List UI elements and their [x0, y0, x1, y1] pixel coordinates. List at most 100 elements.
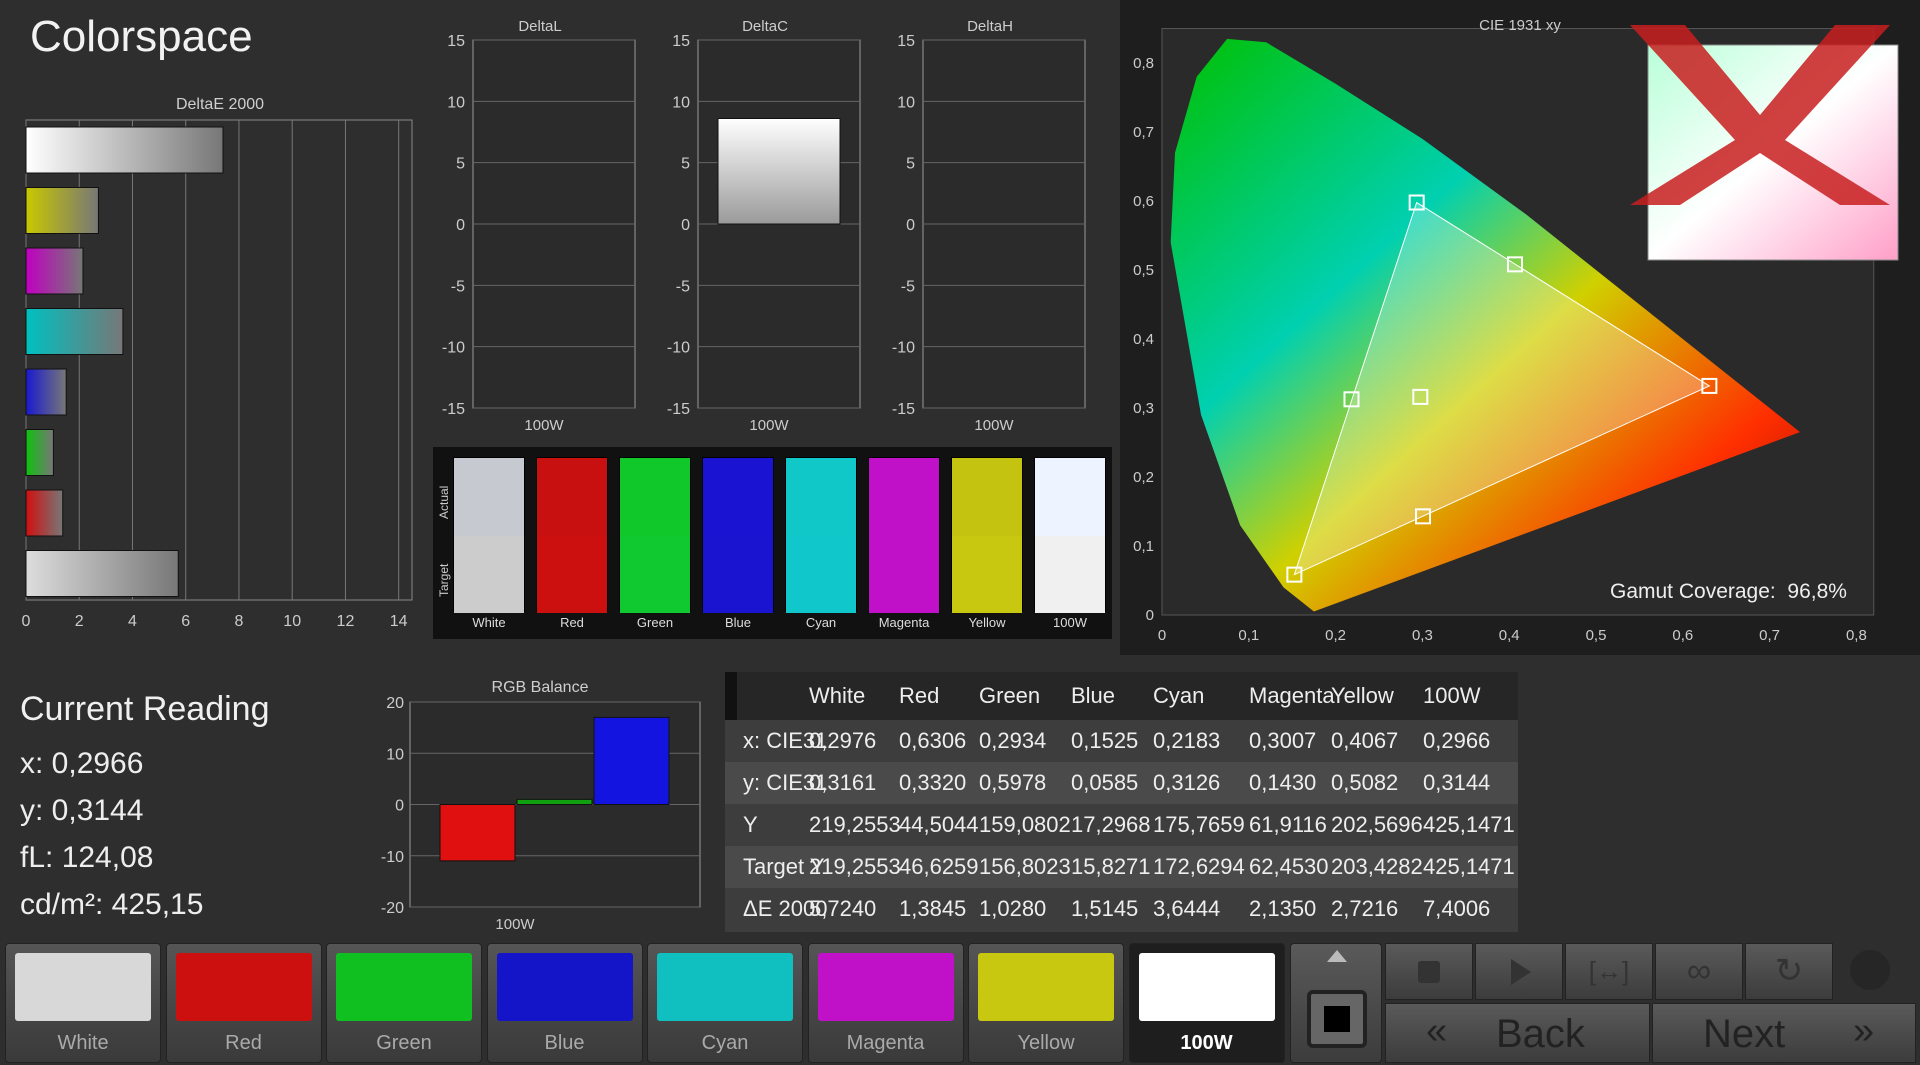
- fit-button[interactable]: [↔]: [1565, 943, 1653, 1000]
- swatch-label: Green: [636, 615, 674, 630]
- gamut-value: 96,8%: [1787, 580, 1847, 603]
- cie-x-tick: 0,5: [1586, 627, 1607, 644]
- loop-button[interactable]: ∞: [1655, 943, 1743, 1000]
- swatch-label: Blue: [724, 615, 752, 630]
- cie-x-tick: 0,3: [1412, 627, 1433, 644]
- swatch-panel: Actual Target White Red Green Blue Cyan Magen…: [433, 447, 1112, 639]
- swatch-target: [537, 536, 607, 613]
- chart-tick-label: 5: [681, 156, 690, 173]
- pattern-button-100w[interactable]: 100W: [1128, 943, 1285, 1063]
- chart-tick-label: -10: [667, 340, 690, 357]
- table-cell: Magenta: [1249, 683, 1335, 708]
- button-swatch: [496, 953, 633, 1021]
- cie-y-tick: 0,7: [1133, 124, 1154, 141]
- deltae-bar: [25, 308, 124, 355]
- rgb-tick-label: -20: [381, 900, 404, 917]
- table-cell: Y: [743, 812, 758, 837]
- chevron-right-icon: »: [1853, 1010, 1875, 1052]
- table-cell: y: CIE31: [743, 770, 828, 795]
- table-cell: 219,2553: [809, 812, 901, 837]
- table-cell: 61,9116: [1249, 812, 1327, 837]
- chart-title: DeltaL: [518, 18, 561, 35]
- chart-tick-label: -15: [667, 401, 690, 418]
- table-cell: 0,1430: [1249, 770, 1317, 795]
- chart-tick-label: 15: [672, 33, 690, 50]
- cie-x-tick: 0,8: [1846, 627, 1867, 644]
- table-cell: 0,2934: [979, 728, 1047, 753]
- chart-tick-label: 15: [447, 33, 465, 50]
- rgb-bar: [593, 716, 670, 805]
- button-label: Blue: [544, 1032, 585, 1054]
- pattern-button-green[interactable]: Green: [326, 943, 482, 1063]
- swatch-green: [619, 457, 691, 613]
- play-button[interactable]: [1475, 943, 1563, 1000]
- table-cell: 3,6444: [1153, 896, 1221, 921]
- table-cell: 175,7659: [1153, 812, 1245, 837]
- pattern-toggle[interactable]: [1290, 943, 1382, 1063]
- table-cell: 172,6294: [1153, 854, 1245, 879]
- deltae-tick-label: 10: [283, 613, 301, 630]
- table-row: ΔE 2000 5,7240 1,3845 1,0280 1,5145 3,6444 2,1…: [725, 888, 1518, 930]
- refresh-button[interactable]: ↻: [1745, 943, 1833, 1000]
- reading-y: y: 0,3144: [20, 794, 144, 827]
- window-icon[interactable]: [1307, 990, 1367, 1048]
- table-cell: 0,3161: [809, 770, 877, 795]
- table-cell: 0,2966: [1423, 728, 1491, 753]
- chart-x-label: 100W: [749, 417, 789, 434]
- table-cell: 1,5145: [1071, 896, 1139, 921]
- swatch-100w: [1034, 457, 1106, 613]
- deltae-tick-label: 8: [235, 613, 244, 630]
- back-button[interactable]: « Back: [1385, 1003, 1650, 1063]
- chart-tick-label: 5: [906, 156, 915, 173]
- swatch-actual: [454, 458, 524, 536]
- back-label: Back: [1496, 1012, 1585, 1056]
- reading-cdm: cd/m²: 425,15: [20, 888, 204, 921]
- swatch-label: 100W: [1053, 615, 1087, 630]
- chart-tick-label: 10: [897, 94, 915, 111]
- table-cell: 17,2968: [1071, 812, 1151, 837]
- next-label: Next: [1703, 1012, 1786, 1056]
- rgb-tick-label: 0: [395, 798, 404, 815]
- chart-tick-label: 10: [672, 94, 690, 111]
- next-button[interactable]: Next »: [1652, 1003, 1916, 1063]
- chart-tick-label: -5: [676, 278, 690, 295]
- table-cell: 0,1525: [1071, 728, 1139, 753]
- button-swatch: [657, 953, 793, 1021]
- table-corner: [725, 672, 737, 720]
- pattern-button-white[interactable]: White: [5, 943, 161, 1063]
- swatch-target: [620, 536, 690, 613]
- table-row: Y 219,2553 44,5044 159,0802 17,2968 175,7659 6…: [725, 804, 1518, 846]
- pattern-button-blue[interactable]: Blue: [486, 943, 643, 1063]
- table-cell: 0,5978: [979, 770, 1047, 795]
- chevron-up-icon[interactable]: [1327, 950, 1347, 962]
- deltae-bar: [25, 550, 179, 597]
- swatch-label: Yellow: [968, 615, 1006, 630]
- swatch-label: White: [472, 615, 506, 630]
- table-cell: 219,2553: [809, 854, 901, 879]
- swatch-actual: [620, 458, 690, 536]
- deltae-bar: [25, 368, 67, 416]
- deltae-tick-label: 6: [181, 613, 190, 630]
- deltae-bar: [25, 247, 84, 295]
- table-cell: 0,3007: [1249, 728, 1317, 753]
- pattern-button-yellow[interactable]: Yellow: [968, 943, 1124, 1063]
- pattern-button-red[interactable]: Red: [165, 943, 322, 1063]
- deltae-chart: 0 2 4 6 8 10 12 14: [22, 119, 413, 630]
- table-cell: 0,3126: [1153, 770, 1221, 795]
- chart-tick-label: -15: [442, 401, 465, 418]
- pattern-button-cyan[interactable]: Cyan: [647, 943, 803, 1063]
- table-cell: Cyan: [1153, 683, 1205, 708]
- cie-title: CIE 1931 xy: [1479, 17, 1561, 34]
- table-cell: 2,1350: [1249, 896, 1317, 921]
- table-cell: 0,6306: [899, 728, 967, 753]
- chart-tick-label: -10: [442, 340, 465, 357]
- chart-tick-label: 5: [456, 156, 465, 173]
- rgb-bar: [516, 798, 593, 805]
- data-table: White Red Green Blue Cyan Magenta Yellow 100W x:…: [725, 672, 1518, 932]
- stop-button[interactable]: [1385, 943, 1473, 1000]
- pattern-button-magenta[interactable]: Magenta: [807, 943, 964, 1063]
- swatch-white: [453, 457, 525, 613]
- button-swatch: [175, 953, 312, 1021]
- table-row: x: CIE31 0,2976 0,6306 0,2934 0,1525 0,2183 0,…: [725, 720, 1518, 762]
- button-label: Red: [225, 1032, 262, 1054]
